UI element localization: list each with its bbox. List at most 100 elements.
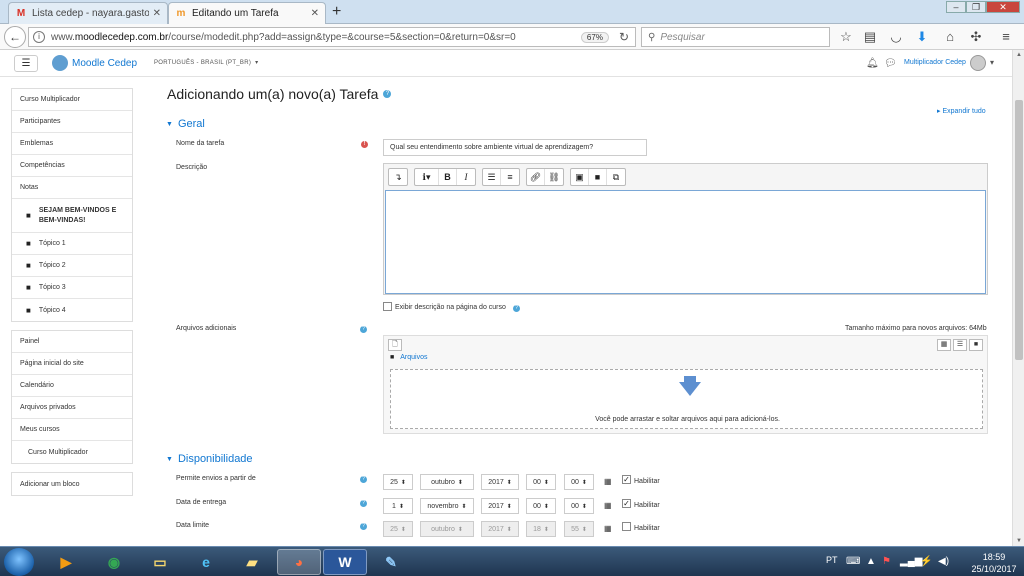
sidebar-item-welcome[interactable]: ■ SEJAM BEM-VINDOS E BEM-VINDAS! <box>12 199 132 233</box>
help-icon[interactable]: ? <box>513 305 520 312</box>
new-tab-button[interactable]: + <box>332 3 341 21</box>
close-icon[interactable]: ✕ <box>311 8 319 19</box>
image-icon[interactable]: ▣ <box>571 169 589 185</box>
keyboard-icon[interactable]: ⌨ <box>846 556 860 567</box>
site-logo[interactable]: Moodle Cedep <box>52 55 137 71</box>
manage-files-icon[interactable]: ⧉ <box>607 169 625 185</box>
sidebar-item-topic-3[interactable]: ■ Tópico 3 <box>12 277 132 299</box>
sidebar-item-participants[interactable]: Participantes <box>12 111 132 133</box>
internet-explorer-icon[interactable]: e <box>184 549 228 575</box>
user-menu-caret[interactable]: ▾ <box>990 58 994 67</box>
sidebar-item-private-files[interactable]: Arquivos privados <box>12 397 132 419</box>
sidebar-item-grades[interactable]: Notas <box>12 177 132 199</box>
sidebar-item-topic-1[interactable]: ■ Tópico 1 <box>12 233 132 255</box>
search-input[interactable]: ⚲ Pesquisar <box>641 27 830 47</box>
start-button[interactable] <box>4 548 34 576</box>
sidebar-item-topic-2[interactable]: ■ Tópico 2 <box>12 255 132 277</box>
expand-all-link[interactable]: ▸ Expandir tudo <box>937 107 986 115</box>
italic-icon[interactable]: I <box>457 169 475 185</box>
help-icon[interactable]: ? <box>360 500 367 507</box>
pocket-icon[interactable]: ◡ <box>888 29 904 45</box>
messages-icon[interactable]: 💬︎ <box>884 58 897 69</box>
files-folder-link[interactable]: ■ Arquivos <box>390 354 427 361</box>
user-name[interactable]: Multiplicador Cedep <box>904 59 966 66</box>
language-indicator[interactable]: PT <box>826 555 838 565</box>
ordered-list-icon[interactable]: ≡ <box>501 169 519 185</box>
sidebar-item-course-multiplicador[interactable]: Curso Multiplicador <box>12 441 132 463</box>
section-availability-header[interactable]: ▼ Disponibilidade <box>166 453 253 465</box>
list-view-icon[interactable]: ☰ <box>953 339 967 351</box>
calendar-icon[interactable]: ▦ <box>604 501 612 510</box>
sidebar-item-dashboard[interactable]: Painel <box>12 331 132 353</box>
add-file-icon[interactable]: 🗋︎ <box>388 339 402 351</box>
unordered-list-icon[interactable]: ☰ <box>483 169 501 185</box>
toolbar-toggle-icon[interactable]: ↴ <box>389 169 407 185</box>
maximize-button[interactable]: ❐ <box>966 1 986 13</box>
hour-select[interactable]: 18 ⬍ <box>526 521 556 537</box>
year-select[interactable]: 2017 ⬍ <box>481 498 519 514</box>
file-drop-zone[interactable]: Você pode arrastar e soltar arquivos aqu… <box>390 369 983 429</box>
back-button[interactable]: ← <box>4 26 26 48</box>
sidebar-item-course[interactable]: Curso Multiplicador <box>12 89 132 111</box>
firefox-icon[interactable]: ◕ <box>277 549 321 575</box>
enable-date-checkbox[interactable] <box>622 522 631 531</box>
minute-select[interactable]: 00 ⬍ <box>564 498 594 514</box>
month-select[interactable]: novembro ⬍ <box>420 498 474 514</box>
icon-view-icon[interactable]: ▦ <box>937 339 951 351</box>
sidebar-item-calendar[interactable]: Calendário <box>12 375 132 397</box>
word-icon[interactable]: W <box>323 549 367 575</box>
scrollbar-thumb[interactable] <box>1015 100 1023 360</box>
description-textarea[interactable] <box>385 190 986 294</box>
hour-select[interactable]: 00 ⬍ <box>526 474 556 490</box>
page-scrollbar[interactable]: ▲ ▼ <box>1012 50 1024 546</box>
tab-moodle[interactable]: m Editando um Tarefa ✕ <box>168 2 326 24</box>
add-block-link[interactable]: Adicionar um bloco <box>12 473 132 495</box>
address-bar[interactable]: i www.moodlecedep.com.br/course/modedit.… <box>28 27 636 47</box>
sidebar-item-badges[interactable]: Emblemas <box>12 133 132 155</box>
scroll-up-arrow-icon[interactable]: ▲ <box>1013 52 1024 58</box>
reading-list-icon[interactable]: ▤ <box>862 29 878 45</box>
section-general-header[interactable]: ▼ Geral <box>166 118 205 130</box>
scroll-down-arrow-icon[interactable]: ▼ <box>1013 538 1024 544</box>
download-icon[interactable]: ⬇ <box>914 29 930 45</box>
show-description-checkbox[interactable] <box>383 302 392 311</box>
sidebar-item-topic-4[interactable]: ■ Tópico 4 <box>12 299 132 321</box>
link-icon[interactable]: 🔗︎ <box>527 169 545 185</box>
paragraph-style-icon[interactable]: ℹ▾ <box>415 169 439 185</box>
month-select[interactable]: outubro ⬍ <box>420 521 474 537</box>
month-select[interactable]: outubro ⬍ <box>420 474 474 490</box>
help-icon[interactable]: ? <box>383 90 392 98</box>
show-hidden-icons-icon[interactable]: ▲ <box>866 556 876 567</box>
bookmark-star-icon[interactable]: ☆ <box>838 29 854 45</box>
day-select[interactable]: 1 ⬍ <box>383 498 413 514</box>
security-alert-icon[interactable]: ⚑ <box>882 556 891 567</box>
hour-select[interactable]: 00 ⬍ <box>526 498 556 514</box>
task-name-input[interactable]: Qual seu entendimento sobre ambiente vir… <box>383 139 647 156</box>
language-selector[interactable]: PORTUGUÊS - BRASIL (PT_BR) ‎ ▾ <box>154 59 258 66</box>
calendar-icon[interactable]: ▦ <box>604 477 612 486</box>
media-player-icon[interactable]: ▶ <box>44 549 88 575</box>
hamburger-menu-button[interactable]: ☰ <box>14 55 38 72</box>
volume-icon[interactable]: ◀) <box>938 556 949 567</box>
year-select[interactable]: 2017 ⬍ <box>481 521 519 537</box>
sidebar-item-competencies[interactable]: Competências <box>12 155 132 177</box>
chrome-icon[interactable]: ◉ <box>92 549 136 575</box>
avatar[interactable] <box>970 55 986 71</box>
info-icon[interactable]: i <box>33 31 45 43</box>
sticky-notes-icon[interactable]: ▰ <box>230 549 274 575</box>
close-icon[interactable]: ✕ <box>153 8 161 19</box>
minimize-button[interactable]: – <box>946 1 966 13</box>
zoom-indicator[interactable]: 67% <box>580 31 609 43</box>
paint-icon[interactable]: ✎ <box>369 549 413 575</box>
antivirus-icon[interactable]: ⚡ <box>920 556 932 567</box>
calendar-icon[interactable]: ▦ <box>604 524 612 533</box>
tree-view-icon[interactable]: ■ <box>969 339 983 351</box>
file-explorer-icon[interactable]: ▭ <box>138 549 182 575</box>
day-select[interactable]: 25 ⬍ <box>383 474 413 490</box>
sidebar-item-my-courses[interactable]: Meus cursos <box>12 419 132 441</box>
help-icon[interactable]: ? <box>360 523 367 530</box>
enable-date-checkbox[interactable]: ✓ <box>622 475 631 484</box>
media-icon[interactable]: ■ <box>589 169 607 185</box>
help-icon[interactable]: ? <box>360 476 367 483</box>
year-select[interactable]: 2017 ⬍ <box>481 474 519 490</box>
